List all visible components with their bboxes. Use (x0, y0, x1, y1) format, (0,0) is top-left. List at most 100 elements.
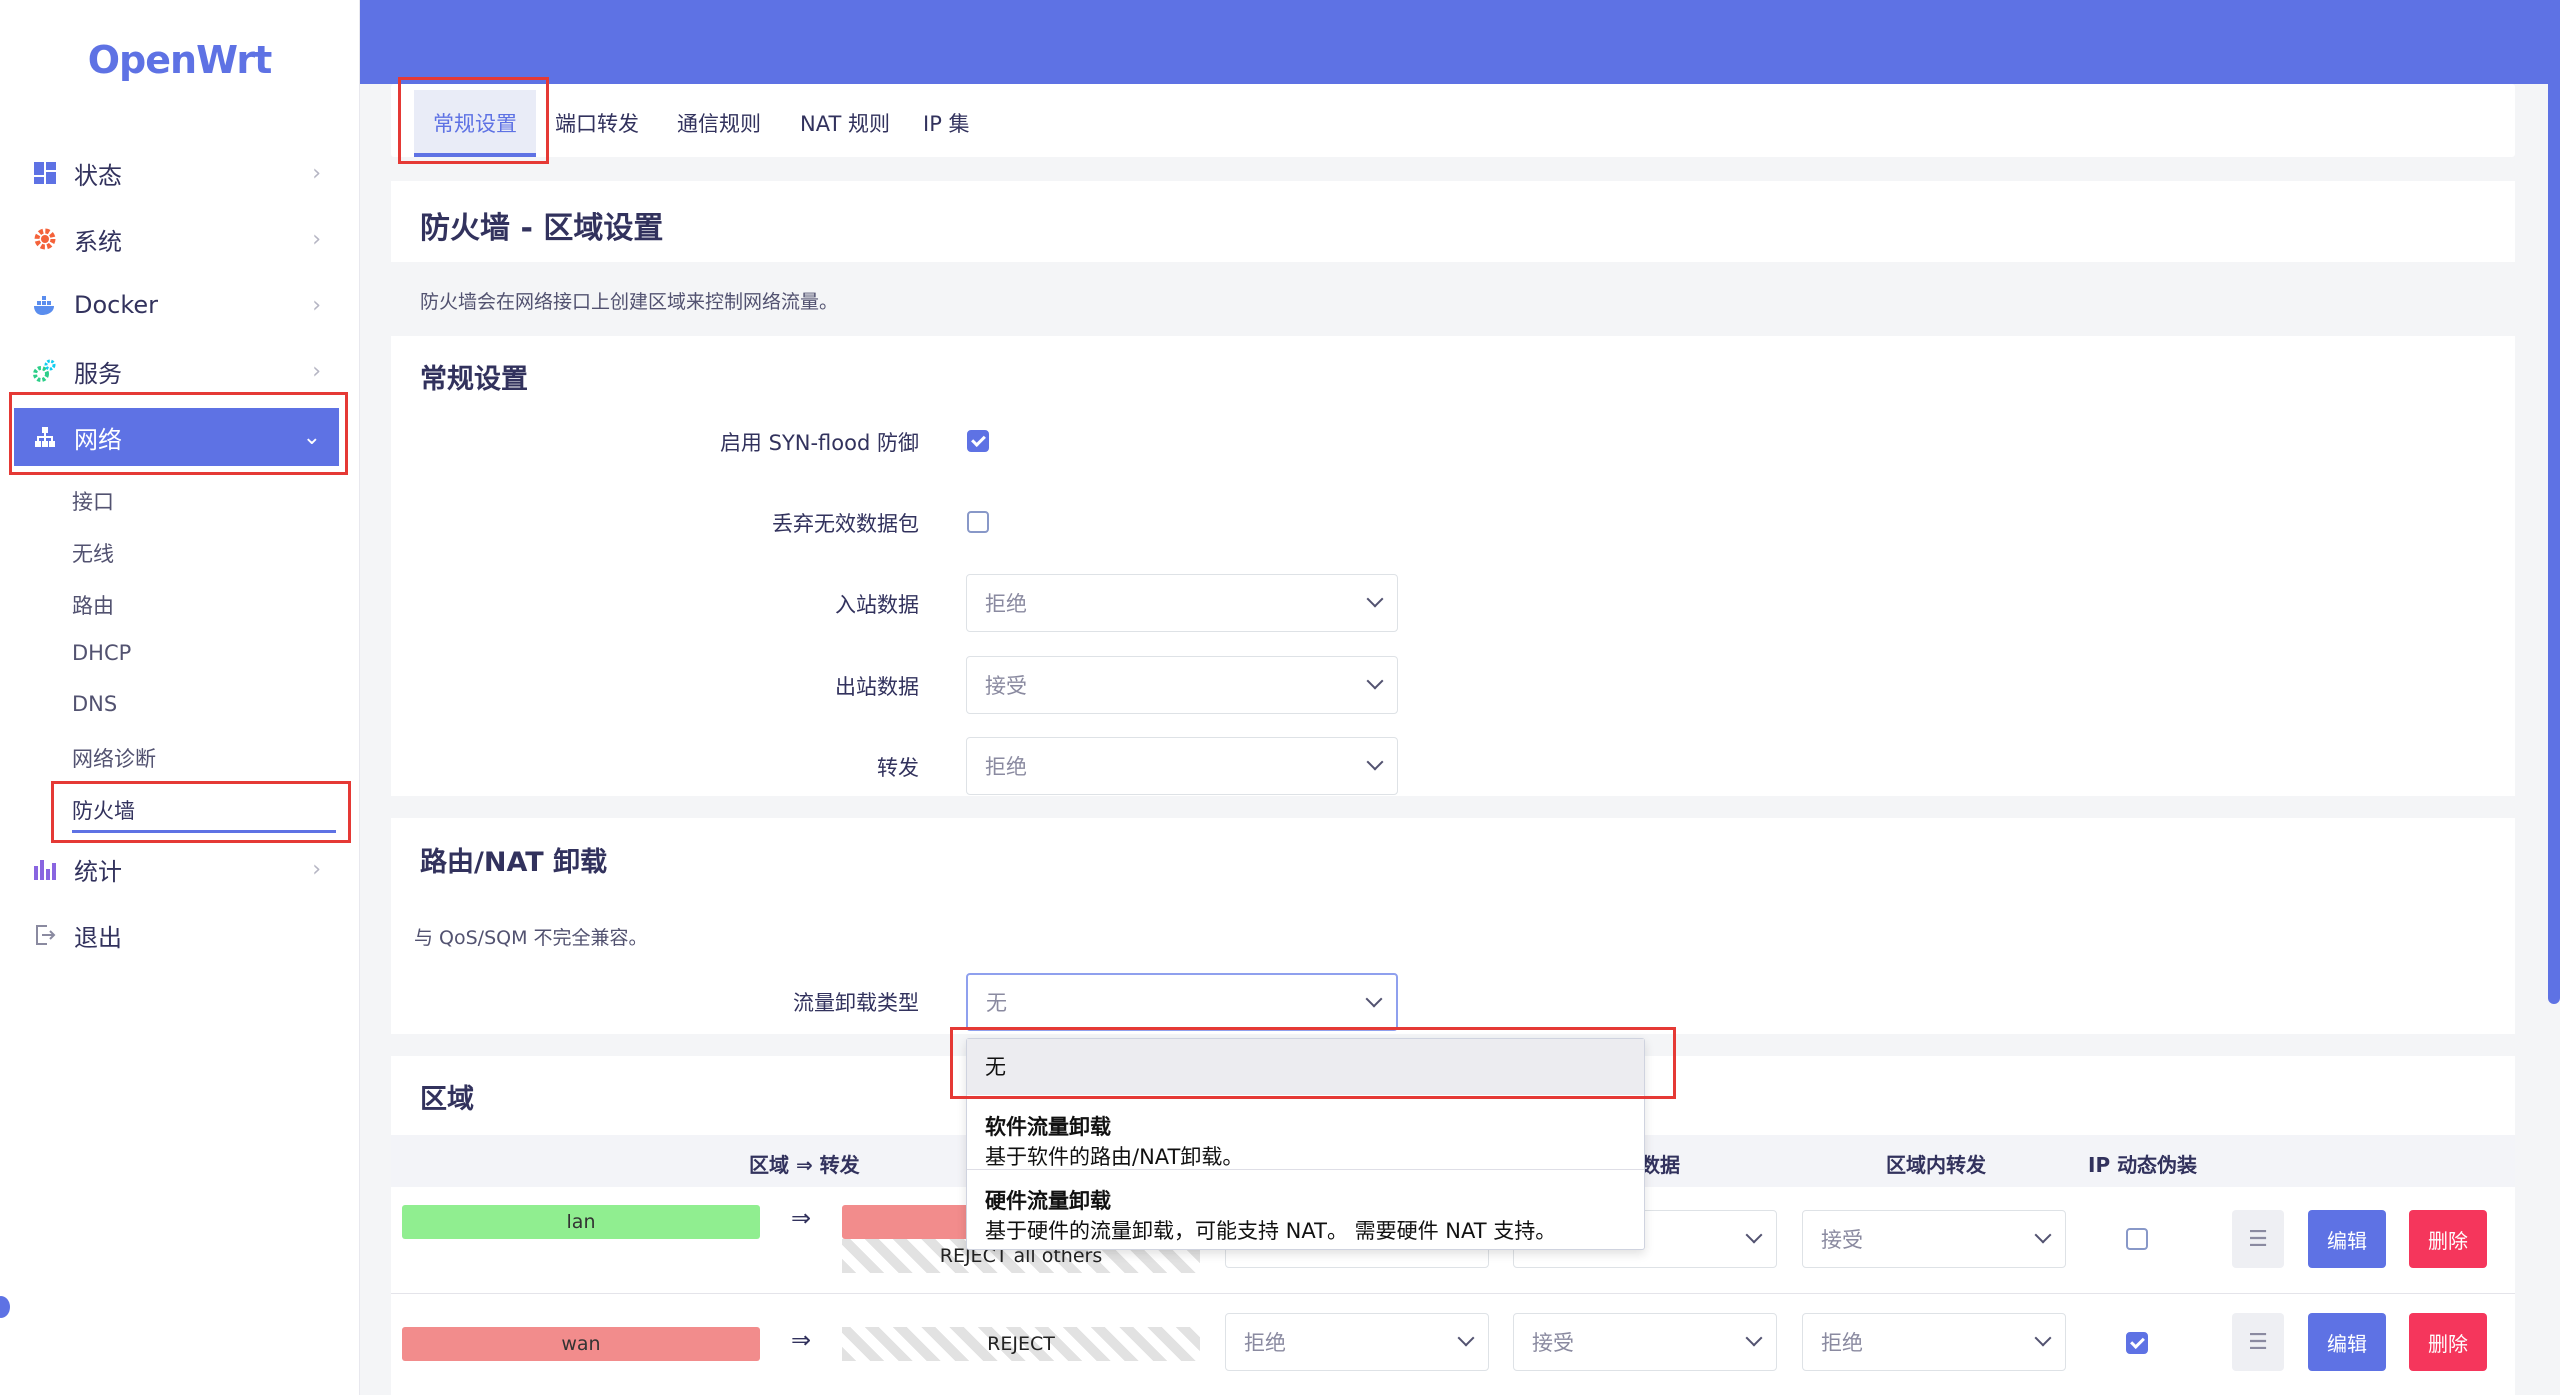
openwrt-logo[interactable]: OpenWrt (0, 38, 359, 82)
select-value: 无 (986, 991, 1007, 1015)
chevron-down-icon (2034, 1226, 2052, 1244)
col-data: 数据 (1640, 1153, 1680, 1177)
chevron-down-icon (1745, 1329, 1763, 1347)
sidebar-item-label: 退出 (74, 923, 122, 952)
page-title-card (391, 181, 2515, 262)
page-description: 防火墙会在网络接口上创建区域来控制网络流量。 (420, 291, 839, 313)
section-title-offload: 路由/NAT 卸载 (420, 847, 608, 878)
syn-flood-checkbox[interactable] (967, 430, 989, 452)
wan-drag-handle[interactable]: ☰ (2232, 1313, 2284, 1371)
scrollbar[interactable] (2548, 84, 2560, 1004)
tab-port-forwards[interactable]: 端口转发 (555, 108, 639, 138)
highlight-box-network (9, 392, 348, 475)
sidebar-item-system[interactable]: 系统 › (14, 210, 339, 268)
select-value: 拒绝 (985, 755, 1027, 779)
tab-ip-sets[interactable]: IP 集 (923, 108, 970, 138)
chevron-down-icon (1366, 590, 1384, 608)
chevron-down-icon (1366, 753, 1384, 771)
select-value: 接受 (1532, 1331, 1574, 1355)
lan-drag-handle[interactable]: ☰ (2232, 1210, 2284, 1268)
general-settings-card (391, 336, 2515, 796)
output-policy-label: 出站数据 (835, 675, 919, 699)
chevron-down-icon (1745, 1226, 1763, 1244)
sidebar-item-status[interactable]: 状态 › (14, 144, 339, 202)
option-description: 基于软件的路由/NAT卸载。 (985, 1145, 1244, 1169)
page-title: 防火墙 - 区域设置 (420, 211, 664, 246)
lan-delete-button[interactable]: 删除 (2409, 1210, 2487, 1268)
sidebar-item-label: Docker (74, 291, 159, 319)
wan-edit-button[interactable]: 编辑 (2308, 1313, 2386, 1371)
input-policy-select[interactable]: 拒绝 (966, 574, 1398, 632)
section-title-zones: 区域 (420, 1084, 474, 1115)
chevron-right-icon: › (312, 292, 321, 318)
wan-input-select[interactable]: 拒绝 (1225, 1313, 1489, 1371)
offload-type-select[interactable]: 无 (966, 973, 1398, 1031)
logout-icon (30, 920, 60, 950)
chevron-right-icon: › (312, 358, 321, 384)
option-title: 硬件流量卸载 (985, 1189, 1111, 1213)
tab-nat-rules[interactable]: NAT 规则 (800, 108, 890, 138)
highlight-box-firewall (51, 781, 351, 843)
wan-intra-forward-select[interactable]: 拒绝 (1802, 1313, 2066, 1371)
sidebar-item-statistics[interactable]: 统计 › (14, 840, 339, 898)
sidebar-item-docker[interactable]: Docker › (14, 276, 339, 334)
zone-badge-lan: lan (402, 1205, 760, 1239)
output-policy-select[interactable]: 接受 (966, 656, 1398, 714)
highlight-box-tab (398, 77, 549, 164)
tab-traffic-rules[interactable]: 通信规则 (677, 108, 761, 138)
lan-masquerade-checkbox[interactable] (2126, 1228, 2148, 1250)
sidebar-subitem-dns[interactable]: DNS (72, 692, 117, 716)
option-divider (967, 1169, 1644, 1170)
input-policy-label: 入站数据 (835, 593, 919, 617)
gear-icon (30, 224, 60, 254)
select-value: 拒绝 (1244, 1331, 1286, 1355)
chevron-right-icon: › (312, 856, 321, 882)
bar-chart-icon (30, 854, 60, 884)
zone-badge-wan: wan (402, 1327, 760, 1361)
syn-flood-label: 启用 SYN-flood 防御 (719, 431, 919, 455)
select-value: 拒绝 (985, 592, 1027, 616)
lan-edit-button[interactable]: 编辑 (2308, 1210, 2386, 1268)
sidebar-subitem-dhcp[interactable]: DHCP (72, 641, 131, 665)
offload-option-software[interactable]: 软件流量卸载 基于软件的路由/NAT卸载。 (967, 1105, 1644, 1171)
sidebar-subitem-interfaces[interactable]: 接口 (72, 486, 114, 516)
docker-whale-icon (30, 290, 60, 320)
chevron-down-icon (1457, 1329, 1475, 1347)
sidebar-item-label: 服务 (74, 359, 122, 388)
services-cogs-icon (30, 356, 60, 386)
offload-type-label: 流量卸载类型 (793, 991, 919, 1015)
sidebar-subitem-diagnostics[interactable]: 网络诊断 (72, 743, 156, 773)
drop-invalid-checkbox[interactable] (967, 511, 989, 533)
zone-target-reject: REJECT (842, 1327, 1200, 1361)
lan-intra-forward-select[interactable]: 接受 (1802, 1210, 2066, 1268)
offload-option-hardware[interactable]: 硬件流量卸载 基于硬件的流量卸载，可能支持 NAT。 需要硬件 NAT 支持。 (967, 1179, 1644, 1245)
sidebar-item-logout[interactable]: 退出 (14, 906, 339, 964)
sidebar-item-label: 系统 (74, 227, 122, 256)
drop-invalid-label: 丢弃无效数据包 (772, 512, 919, 536)
col-masquerade: IP 动态伪装 (2088, 1153, 2198, 1177)
chevron-down-icon (1365, 990, 1383, 1008)
wan-delete-button[interactable]: 删除 (2409, 1313, 2487, 1371)
section-title-general: 常规设置 (420, 364, 528, 395)
forward-policy-label: 转发 (877, 756, 919, 780)
sidebar: OpenWrt 状态 › 系统 › Docker › 服务 › 网络 ⌄ 接口 (0, 0, 360, 1395)
col-intra-forward: 区域内转发 (1886, 1153, 1986, 1177)
wan-output-select[interactable]: 接受 (1513, 1313, 1777, 1371)
header-bar (360, 0, 2560, 84)
highlight-box-option-none (950, 1027, 1676, 1099)
sidebar-subitem-routes[interactable]: 路由 (72, 590, 114, 620)
col-zone-forward: 区域 ⇒ 转发 (749, 1153, 860, 1177)
offload-note: 与 QoS/SQM 不完全兼容。 (414, 927, 648, 949)
chevron-down-icon (1366, 672, 1384, 690)
select-value: 接受 (1821, 1228, 1863, 1252)
forward-policy-select[interactable]: 拒绝 (966, 737, 1398, 795)
option-description: 基于硬件的流量卸载，可能支持 NAT。 需要硬件 NAT 支持。 (985, 1219, 1557, 1243)
sidebar-subitem-wireless[interactable]: 无线 (72, 538, 114, 568)
forward-arrow: ⇒ (791, 1204, 812, 1232)
wan-masquerade-checkbox[interactable] (2126, 1332, 2148, 1354)
sidebar-item-label: 状态 (74, 161, 122, 190)
chevron-right-icon: › (312, 160, 321, 186)
chevron-down-icon (2034, 1329, 2052, 1347)
chevron-right-icon: › (312, 226, 321, 252)
sidebar-item-label: 统计 (74, 857, 122, 886)
